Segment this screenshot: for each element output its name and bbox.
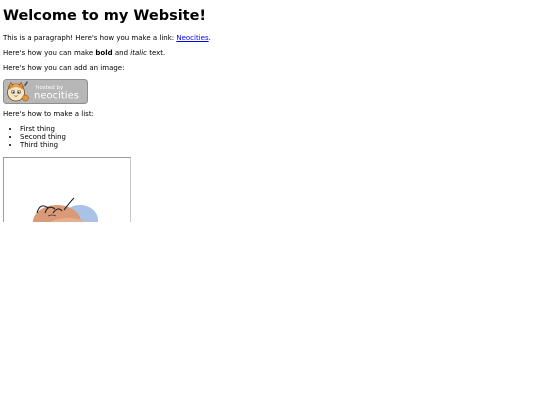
neocities-badge-image: hosted by neocities (3, 79, 88, 104)
paragraph-link-end: . (208, 34, 211, 42)
avatar-illustration-icon (33, 197, 98, 222)
page-content: Welcome to my Website! This is a paragra… (3, 7, 533, 153)
formatting-text-end: text. (146, 49, 166, 57)
list-item: Second thing (20, 133, 533, 141)
paragraph-link-text: This is a paragraph! Here's how you make… (3, 34, 177, 42)
italic-text: italic (130, 49, 147, 57)
neocities-link[interactable]: Neocities (176, 34, 208, 42)
paragraph-link: This is a paragraph! Here's how you make… (3, 34, 533, 43)
page-title: Welcome to my Website! (3, 8, 207, 24)
image-intro: Here's how you can add an image: (3, 64, 125, 72)
thing-list: First thing Second thing Third thing (3, 125, 533, 149)
bold-text: bold (95, 49, 113, 57)
paragraph-formatting: Here's how you can make bold and italic … (3, 49, 533, 58)
list-item: First thing (20, 125, 533, 133)
badge-brand-text: neocities (34, 91, 79, 102)
formatting-text-and: and (112, 49, 131, 57)
embedded-iframe[interactable] (3, 157, 131, 222)
list-intro: Here's how to make a list: (3, 110, 94, 118)
list-item: Third thing (20, 141, 533, 149)
formatting-text-start: Here's how you can make (3, 49, 96, 57)
